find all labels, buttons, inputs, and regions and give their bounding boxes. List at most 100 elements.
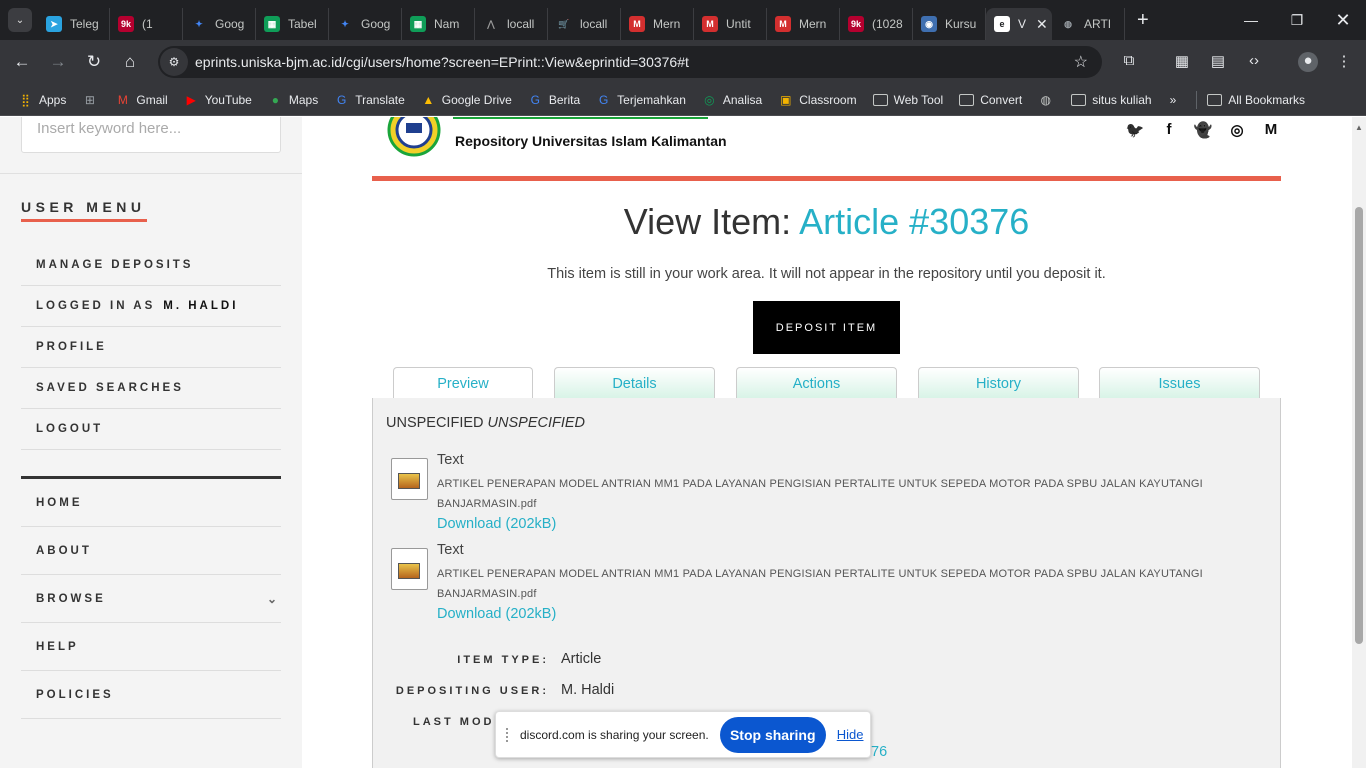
reading-mode-icon[interactable]: ▤ (1208, 52, 1228, 72)
chevron-down-icon[interactable]: ⌄ (267, 592, 277, 606)
bookmark-item[interactable]: M Gmail (115, 93, 168, 107)
user-menu-item[interactable]: SAVED SEARCHES (21, 368, 281, 409)
bookmark-item[interactable]: Convert (959, 93, 1022, 107)
drag-handle-icon[interactable] (506, 727, 512, 742)
notification-badge-icon: 9k (848, 16, 864, 32)
twitter-icon[interactable]: 🐦 (1125, 121, 1145, 139)
bookmark-label: Berita (548, 92, 581, 107)
browser-tab[interactable]: M Mern (767, 8, 840, 40)
qr-code-icon[interactable]: ▦ (1172, 52, 1192, 72)
news-icon: G (530, 92, 540, 107)
user-menu-item[interactable]: PROFILE (21, 327, 281, 368)
page-scrollbar[interactable]: ▲ (1352, 117, 1366, 768)
bookmark-item[interactable]: ⣿ Apps (18, 93, 66, 107)
user-menu-item[interactable]: LOGGED IN AS M. HALDI (21, 286, 281, 327)
medium-icon[interactable]: M (1261, 121, 1281, 139)
tab-preview[interactable]: Preview (393, 367, 533, 400)
bookmarks-bar: ⣿ Apps ⊞ M Gmail ▶ YouTube ● Maps G Translate ▲ Goog… (0, 84, 1366, 116)
main-menu-item[interactable]: BROWSE ⌄ (21, 575, 281, 623)
stop-sharing-button[interactable]: Stop sharing (719, 716, 826, 753)
reload-icon[interactable]: ↻ (76, 44, 112, 80)
menu-label: MANAGE DEPOSITS (36, 259, 194, 271)
site-logo[interactable]: Repository Universitas Islam Kalimantan (387, 117, 727, 157)
main-menu-item[interactable]: HOME (21, 479, 281, 527)
bookmark-item[interactable]: ◍ (1038, 93, 1059, 107)
all-bookmarks-button[interactable]: All Bookmarks (1207, 93, 1305, 107)
menu-label: POLICIES (36, 688, 114, 701)
bookmark-star-icon[interactable]: ☆ (1074, 52, 1088, 72)
bookmark-item[interactable]: ⊞ (82, 93, 103, 107)
browser-tab[interactable]: ✦ Goog (329, 8, 402, 40)
restore-button[interactable]: ❐ (1274, 0, 1320, 40)
document-type: Text (437, 452, 464, 468)
tab-details[interactable]: Details (554, 367, 715, 399)
document-type: Text (437, 542, 464, 558)
tab-issues[interactable]: Issues (1099, 367, 1260, 399)
bookmark-item[interactable]: ● Maps (268, 93, 318, 107)
back-icon[interactable]: ← (4, 44, 40, 80)
browser-tab[interactable]: ✦ Goog (183, 8, 256, 40)
tab-history[interactable]: History (918, 367, 1079, 399)
document-icon[interactable] (391, 548, 428, 590)
scroll-up-icon[interactable]: ▲ (1355, 123, 1363, 132)
browser-tab[interactable]: M Untit (694, 8, 767, 40)
browser-tab[interactable]: ▦ Nam (402, 8, 475, 40)
browser-tab[interactable]: ➤ Teleg (38, 8, 110, 40)
folder-icon (959, 93, 975, 106)
search-input[interactable]: Insert keyword here... (21, 117, 281, 153)
url-text[interactable]: eprints.uniska-bjm.ac.id/cgi/users/home?… (195, 54, 689, 70)
browser-tab[interactable]: 9k (1 (110, 8, 183, 40)
devtools-icon[interactable]: ‹› (1244, 52, 1264, 72)
close-tab-icon[interactable]: ✕ (1036, 16, 1048, 33)
main-menu-item[interactable]: ABOUT (21, 527, 281, 575)
university-icon: ◉ (921, 16, 937, 32)
browser-tab[interactable]: ◉ Kursu (913, 8, 986, 40)
scrollbar-thumb[interactable] (1355, 207, 1363, 644)
mendeley-icon: M (702, 16, 718, 32)
document-icon[interactable] (391, 458, 428, 500)
browser-tab[interactable]: ◍ ARTI (1052, 8, 1125, 40)
partial-link[interactable]: 76 (871, 744, 887, 760)
bookmark-label: Analisa (722, 92, 763, 107)
bookmark-item[interactable]: G Terjemahkan (596, 93, 686, 107)
browser-tab[interactable]: 🛒 locall (548, 8, 621, 40)
bookmark-item[interactable]: ▶ YouTube (184, 93, 252, 107)
facebook-icon[interactable]: f (1159, 121, 1179, 139)
tab-actions[interactable]: Actions (736, 367, 897, 399)
browser-toolbar: ← → ↻ ⌂ ⚙ eprints.uniska-bjm.ac.id/cgi/u… (0, 40, 1366, 84)
close-window-button[interactable]: ✕ (1320, 0, 1366, 40)
browser-tab[interactable]: e V ✕ (986, 8, 1052, 40)
forward-icon[interactable]: → (40, 44, 76, 80)
bookmark-item[interactable]: ◎ Analisa (702, 93, 762, 107)
tab-search-button[interactable]: ⌄ (8, 8, 32, 32)
instagram-icon[interactable]: ◎ (1227, 121, 1247, 139)
home-icon[interactable]: ⌂ (112, 44, 148, 80)
main-menu-item[interactable]: POLICIES (21, 671, 281, 719)
bookmark-item[interactable]: ▲ Google Drive (421, 93, 511, 107)
address-bar[interactable]: ⚙ eprints.uniska-bjm.ac.id/cgi/users/hom… (158, 46, 1102, 78)
snapchat-icon[interactable]: 👻 (1193, 121, 1213, 139)
browser-tab[interactable]: ▦ Tabel (256, 8, 329, 40)
bookmark-item[interactable]: situs kuliah (1071, 93, 1152, 107)
bookmark-item[interactable]: G Translate (334, 93, 405, 107)
menu-kebab-icon[interactable]: ⋮ (1334, 52, 1354, 72)
site-info-icon[interactable]: ⚙ (160, 48, 188, 76)
extensions-icon[interactable]: ⧉ (1119, 52, 1139, 72)
user-menu-item[interactable]: MANAGE DEPOSITS (21, 245, 281, 286)
minimize-button[interactable]: — (1228, 0, 1274, 40)
bookmark-item[interactable]: G Berita (528, 92, 581, 107)
profile-avatar[interactable]: ● (1298, 52, 1318, 72)
new-tab-button[interactable]: + (1137, 9, 1149, 32)
bookmark-item[interactable]: Web Tool (872, 93, 943, 107)
browser-tab[interactable]: M Mern (621, 8, 694, 40)
user-menu-item[interactable]: LOGOUT (21, 409, 281, 450)
browser-tab[interactable]: ⋀ locall (475, 8, 548, 40)
hide-link[interactable]: Hide (837, 727, 864, 742)
bookmarks-more-button[interactable]: » (1170, 93, 1177, 107)
deposit-item-button[interactable]: DEPOSIT ITEM (753, 301, 900, 354)
main-menu-item[interactable]: HELP (21, 623, 281, 671)
download-link[interactable]: Download (202kB) (437, 516, 556, 532)
download-link[interactable]: Download (202kB) (437, 606, 556, 622)
browser-tab[interactable]: 9k (1028 (840, 8, 913, 40)
bookmark-item[interactable]: ▣ Classroom (778, 93, 857, 107)
